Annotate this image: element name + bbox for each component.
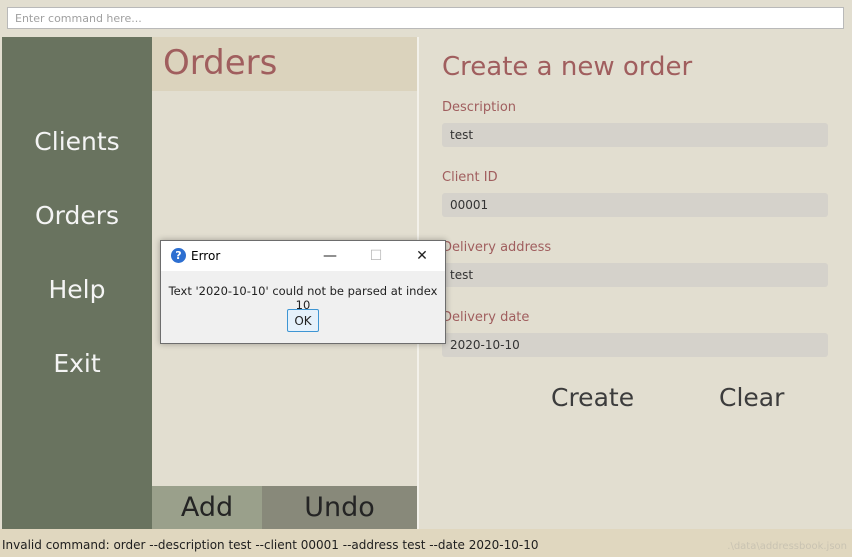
sidebar-item-help[interactable]: Help	[2, 275, 152, 304]
orders-title: Orders	[163, 43, 278, 83]
create-button[interactable]: Create	[551, 383, 634, 412]
delivery-address-field[interactable]	[442, 263, 828, 287]
status-bar: Invalid command: order --description tes…	[0, 529, 852, 557]
error-message: Text '2020-10-10' could not be parsed at…	[168, 284, 438, 312]
create-order-form: Create a new order Description Client ID…	[419, 37, 852, 529]
maximize-button: ☐	[369, 248, 383, 264]
description-field[interactable]	[442, 123, 828, 147]
dialog-titlebar[interactable]: ? Error — ☐ ✕	[161, 241, 445, 271]
question-icon: ?	[171, 248, 186, 263]
undo-button[interactable]: Undo	[262, 486, 417, 529]
dialog-title: Error	[191, 249, 221, 263]
error-dialog: ? Error — ☐ ✕ Text '2020-10-10' could no…	[160, 240, 446, 344]
sidebar-item-clients[interactable]: Clients	[2, 127, 152, 156]
client-id-label: Client ID	[442, 170, 498, 185]
orders-header: Orders	[152, 37, 417, 91]
client-id-field[interactable]	[442, 193, 828, 217]
form-title: Create a new order	[442, 52, 693, 82]
description-label: Description	[442, 100, 517, 115]
ok-button[interactable]: OK	[287, 309, 319, 332]
clear-button[interactable]: Clear	[719, 383, 784, 412]
sidebar: Clients Orders Help Exit	[2, 37, 152, 529]
minimize-button[interactable]: —	[307, 241, 353, 271]
command-bar	[0, 0, 852, 37]
add-button[interactable]: Add	[152, 486, 262, 529]
delivery-date-field[interactable]	[442, 333, 828, 357]
close-button[interactable]: ✕	[399, 241, 445, 271]
command-input[interactable]	[7, 7, 844, 29]
delivery-date-label: Delivery date	[442, 310, 530, 325]
status-message: Invalid command: order --description tes…	[2, 538, 539, 552]
sidebar-item-orders[interactable]: Orders	[2, 201, 152, 230]
delivery-address-label: Delivery address	[442, 240, 552, 255]
sidebar-item-exit[interactable]: Exit	[2, 349, 152, 378]
data-file-path: .\data\addressbook.json	[727, 541, 847, 552]
